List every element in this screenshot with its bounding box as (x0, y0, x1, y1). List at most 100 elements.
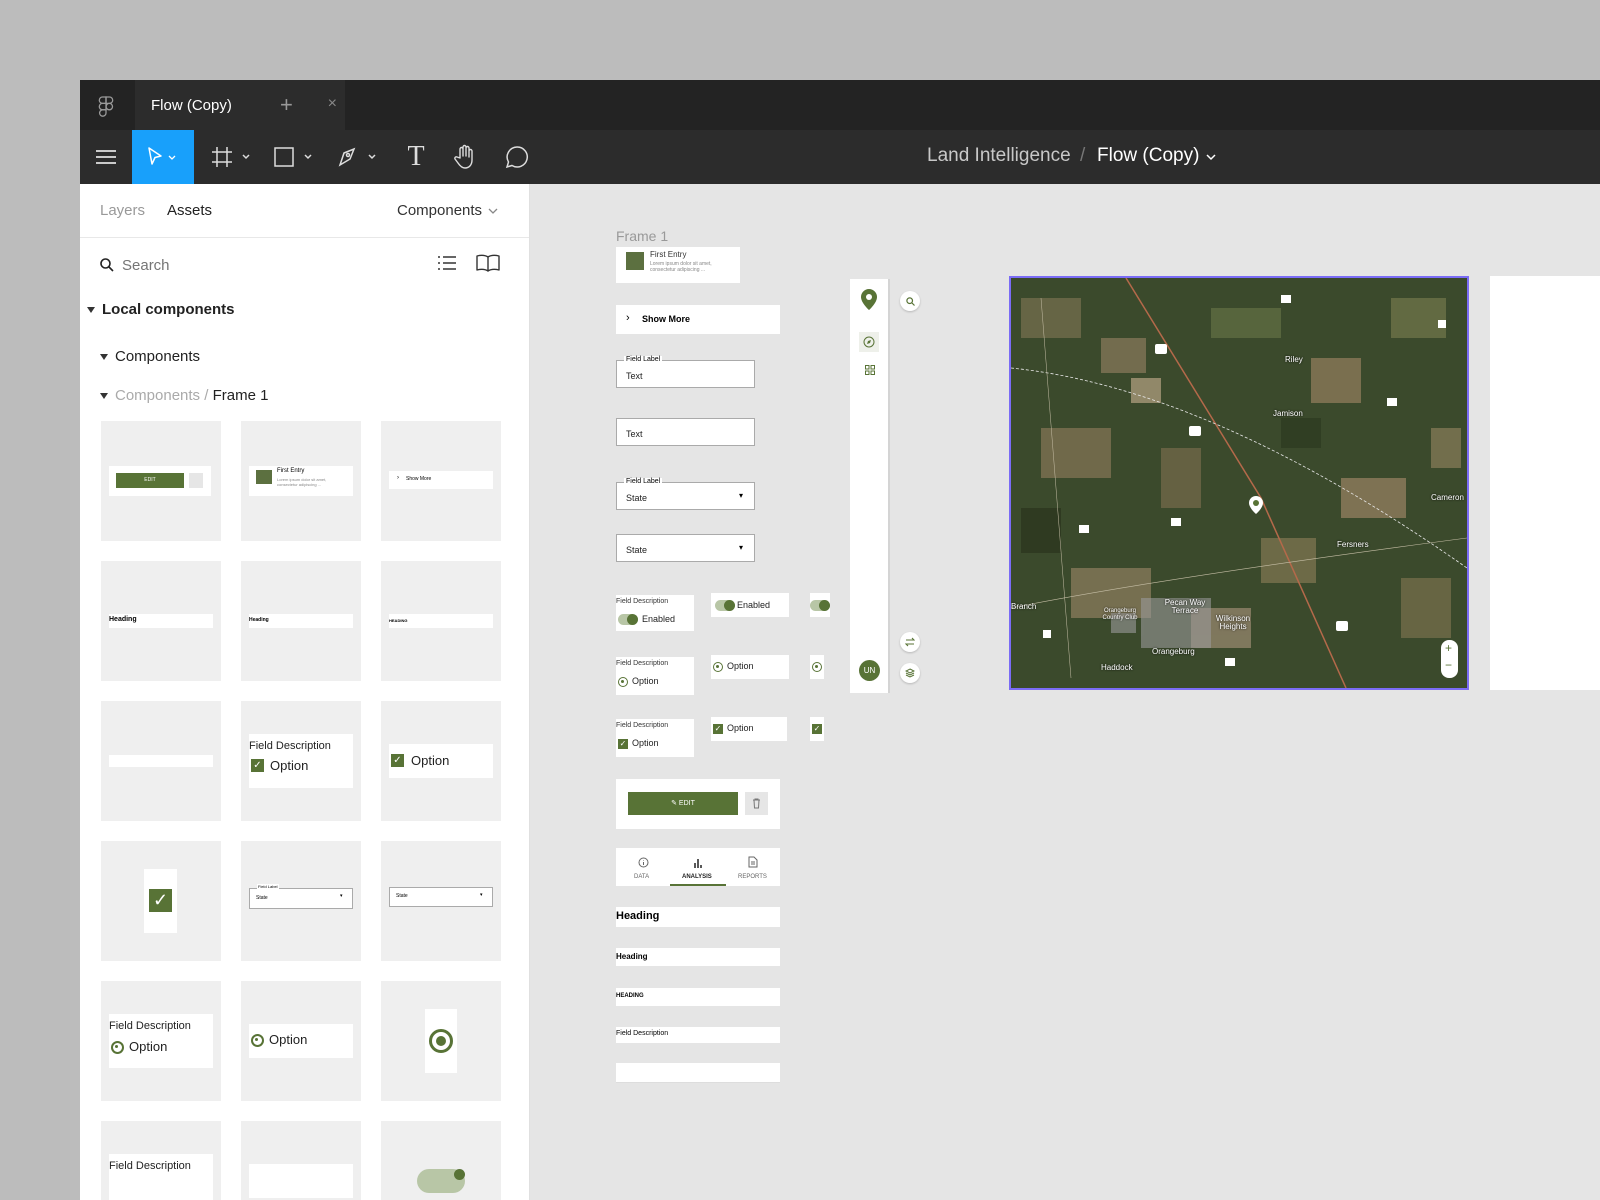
checkbox-icon[interactable]: ✓ (713, 724, 723, 734)
chevron-down-icon[interactable] (1206, 153, 1216, 161)
text-field-labeled[interactable]: Text (616, 360, 755, 388)
list-view-icon[interactable] (438, 255, 456, 271)
component-thumb-divider[interactable] (101, 701, 221, 821)
map-search-button[interactable] (900, 291, 920, 311)
figma-window: Flow (Copy) × + T Land Intelligence / Fl… (80, 80, 1600, 1200)
checkbox-field[interactable]: Field Description ✓ Option (616, 719, 694, 757)
library-dropdown[interactable]: Components (397, 202, 482, 219)
toggle-compact[interactable] (810, 593, 830, 617)
toggle-field[interactable]: Field Description Enabled (616, 595, 694, 631)
radio-compact[interactable] (810, 655, 824, 679)
hand-icon (454, 144, 473, 169)
hand-tool-button[interactable] (440, 130, 490, 184)
radio-field[interactable]: Field Description Option (616, 657, 694, 695)
tab-layers[interactable]: Layers (100, 202, 145, 219)
components-group[interactable]: Components (100, 348, 200, 365)
component-thumb-heading-1[interactable]: Heading (101, 561, 221, 681)
component-thumb-entry[interactable]: First Entry Lorem ipsum dolor sit amet, … (241, 421, 361, 541)
radio-icon[interactable] (713, 662, 723, 672)
path-separator: / (204, 387, 209, 404)
main-menu-button[interactable] (80, 130, 132, 184)
radio[interactable]: Option (711, 655, 789, 679)
heading-label: Heading (109, 616, 137, 623)
adjacent-frame[interactable] (1490, 276, 1600, 690)
radio-icon[interactable] (618, 677, 628, 687)
pen-tool-button[interactable] (332, 130, 382, 184)
close-tab-icon[interactable]: × (328, 95, 337, 113)
frame-tool-button[interactable] (206, 130, 256, 184)
component-thumb-toggle[interactable] (241, 1121, 361, 1200)
field-label: Field Label (257, 884, 279, 889)
component-thumb-checkbox[interactable]: ✓ Option (381, 701, 501, 821)
component-thumb-heading-2[interactable]: Heading (241, 561, 361, 681)
add-tab-icon[interactable]: + (280, 92, 293, 118)
show-more-button[interactable]: › Show More (616, 305, 780, 334)
component-thumb-toggle-large[interactable] (381, 1121, 501, 1200)
checkbox-icon[interactable]: ✓ (618, 739, 628, 749)
toggle[interactable]: Enabled (711, 593, 789, 617)
avatar[interactable]: UN (859, 660, 880, 681)
checkbox[interactable]: ✓ Option (711, 717, 787, 741)
map-label: Haddock (1101, 663, 1133, 672)
tab-data[interactable]: DATA (616, 848, 670, 886)
component-thumb-radio-large[interactable] (381, 981, 501, 1101)
local-components-header[interactable]: Local components (87, 301, 235, 318)
satellite-map[interactable]: Riley Jamison Cameron Fersners Branch Or… (1009, 276, 1469, 690)
entry-card[interactable]: First Entry Lorem ipsum dolor sit amet, … (616, 247, 740, 283)
component-thumb-heading-3[interactable]: HEADING (381, 561, 501, 681)
map-label: Fersners (1337, 540, 1369, 549)
move-tool-button[interactable] (132, 130, 194, 184)
breadcrumb-project[interactable]: Land Intelligence (927, 145, 1071, 167)
component-thumb-radio[interactable]: Option (241, 981, 361, 1101)
component-thumb-show-more[interactable]: › Show More (381, 421, 501, 541)
component-thumb-select[interactable]: State ▾ (381, 841, 501, 961)
tab-reports[interactable]: REPORTS (726, 848, 780, 886)
component-thumb-edit-button[interactable]: EDIT (101, 421, 221, 541)
component-thumb-toggle-field[interactable]: Field Description (101, 1121, 221, 1200)
map-pin-icon[interactable] (861, 289, 877, 310)
component-thumb-radio-field[interactable]: Field Description Option (101, 981, 221, 1101)
components-frame-group[interactable]: Components / Frame 1 (100, 387, 268, 404)
zoom-out-button[interactable]: − (1445, 658, 1452, 672)
grid-icon[interactable] (865, 365, 875, 375)
checkbox-icon: ✓ (251, 759, 264, 772)
comment-tool-button[interactable] (492, 130, 542, 184)
compass-button[interactable] (859, 332, 879, 352)
delete-button[interactable] (745, 792, 768, 815)
edit-row: ✎ EDIT (616, 779, 780, 829)
swap-button[interactable] (900, 632, 920, 652)
figma-logo-icon[interactable] (98, 96, 114, 118)
tab-assets[interactable]: Assets (167, 202, 212, 219)
chevron-down-icon[interactable] (488, 207, 498, 215)
comment-icon (505, 146, 528, 169)
radio-icon[interactable] (812, 662, 822, 672)
checkbox-compact[interactable]: ✓ (810, 717, 824, 741)
info-icon (638, 857, 649, 868)
tab-analysis[interactable]: ANALYSIS (670, 848, 726, 886)
zoom-in-button[interactable]: + (1445, 641, 1452, 655)
frame-title[interactable]: Frame 1 (616, 228, 668, 244)
checkbox-icon[interactable]: ✓ (812, 724, 822, 734)
breadcrumb-file[interactable]: Flow (Copy) (1097, 145, 1199, 167)
state-select[interactable]: State ▾ (616, 534, 755, 562)
text-field[interactable]: Text (616, 418, 755, 446)
state-select-labeled[interactable]: State ▾ (616, 482, 755, 510)
map-label: Orangeburg Country Club (1102, 608, 1138, 621)
tab-reports-label: REPORTS (738, 874, 767, 880)
toggle-icon[interactable] (618, 614, 638, 625)
radio-icon (111, 1041, 124, 1054)
component-thumb-select-labeled[interactable]: Field Label State ▾ (241, 841, 361, 961)
edit-button[interactable]: ✎ EDIT (628, 792, 738, 815)
toggle-icon[interactable] (810, 600, 830, 611)
map-pin-icon[interactable] (1249, 496, 1263, 514)
component-thumb-checkbox-field[interactable]: Field Description ✓ Option (241, 701, 361, 821)
canvas[interactable]: Frame 1 First Entry Lorem ipsum dolor si… (531, 184, 1600, 1200)
layers-button[interactable] (900, 663, 920, 683)
text-tool-button[interactable]: T (394, 130, 438, 184)
component-thumb-checkbox-large[interactable]: ✓ (101, 841, 221, 961)
file-tab[interactable]: Flow (Copy) × (135, 80, 345, 130)
toggle-icon[interactable] (715, 600, 735, 611)
shape-tool-button[interactable] (268, 130, 318, 184)
search-input[interactable] (122, 252, 372, 278)
library-book-icon[interactable] (476, 254, 500, 272)
